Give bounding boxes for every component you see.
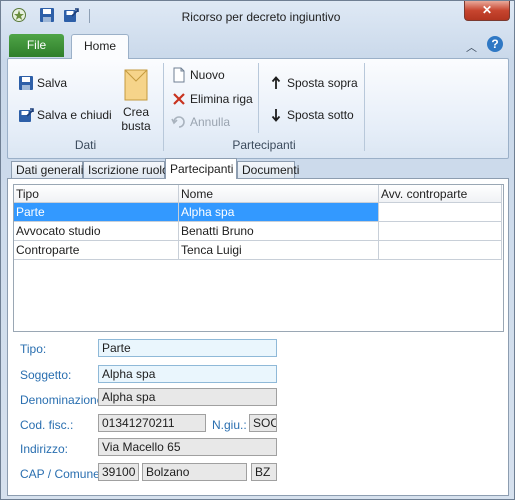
codfisc-field[interactable]: 01341270211 [98,414,206,432]
provincia-field[interactable]: BZ [251,463,277,481]
tab-partecipanti[interactable]: Partecipanti [165,158,237,179]
crea-busta-label: Crea busta [118,105,154,133]
file-tab[interactable]: File [9,34,64,57]
cell-tipo[interactable]: Avvocato studio [14,222,179,241]
cell-nome[interactable]: Alpha spa [179,203,379,222]
sposta-sotto-button[interactable]: Sposta sotto [268,107,354,123]
arrow-down-icon [268,107,284,123]
ribbon-minimize-icon[interactable]: ︿ [466,39,477,55]
save-close-quick-icon[interactable] [63,7,79,23]
cell-nome[interactable]: Tenca Luigi [179,241,379,260]
annulla-button[interactable]: Annulla [171,114,230,130]
crea-busta-line2: busta [121,119,151,133]
home-tab[interactable]: Home [71,34,129,59]
crea-busta-button[interactable]: Crea busta [118,67,154,137]
indirizzo-label: Indirizzo: [20,442,69,456]
salva-chiudi-button[interactable]: Salva e chiudi [18,107,112,123]
sposta-sotto-label: Sposta sotto [287,108,354,122]
sposta-sopra-label: Sposta sopra [287,76,358,90]
save-quick-icon[interactable] [39,7,55,23]
salva-chiudi-label: Salva e chiudi [37,108,112,122]
codfisc-label: Cod. fisc.: [20,418,74,432]
ribbon-separator-inner [258,63,259,133]
help-icon[interactable]: ? [487,36,503,52]
partecipanti-group-label: Partecipanti [232,138,296,152]
cell-avv-controparte[interactable] [379,203,502,222]
cell-tipo[interactable]: Parte [14,203,179,222]
window-title: Ricorso per decreto ingiuntivo [181,10,341,24]
envelope-icon [124,69,148,104]
delete-x-icon [171,91,187,107]
salva-button[interactable]: Salva [18,75,67,91]
cap-field[interactable]: 39100 [98,463,139,481]
arrow-up-icon [268,75,284,91]
crea-busta-line1: Crea [122,105,149,119]
cell-nome[interactable]: Benatti Bruno [179,222,379,241]
ngiu-field[interactable]: SOC [249,414,277,432]
save-close-icon [18,107,34,123]
undo-icon [171,114,187,130]
participants-grid: Tipo Nome Avv. controparte Parte Alpha s… [13,184,504,332]
nuovo-button[interactable]: Nuovo [171,67,225,83]
column-header-nome[interactable]: Nome [179,185,379,203]
new-document-icon [171,67,187,83]
ribbon-panel: Salva Salva e chiudi Crea busta Dati Nuo… [7,58,509,159]
dati-group-label: Dati [74,138,97,152]
title-bar: Ricorso per decreto ingiuntivo ✕ [1,1,514,31]
tipo-field[interactable]: Parte [98,339,277,357]
salva-label: Salva [37,76,68,90]
annulla-label: Annulla [190,115,231,129]
elimina-riga-label: Elimina riga [190,92,253,106]
save-icon [18,75,34,91]
comune-field[interactable]: Bolzano [142,463,247,481]
soggetto-label: Soggetto: [20,368,72,382]
column-header-tipo[interactable]: Tipo [14,185,179,203]
ngiu-label: N.giu.: [212,418,247,432]
cell-avv-controparte[interactable] [379,241,502,260]
quick-access-separator [89,9,90,23]
denominazione-field[interactable]: Alpha spa [98,388,277,406]
sposta-sopra-button[interactable]: Sposta sopra [268,75,358,91]
column-header-avv-controparte[interactable]: Avv. controparte [379,185,502,203]
soggetto-field[interactable]: Alpha spa [98,365,277,383]
ribbon-separator-end [364,63,365,151]
tab-iscrizione-ruolo[interactable]: Iscrizione ruolo [83,161,169,178]
indirizzo-field[interactable]: Via Macello 65 [98,438,277,456]
elimina-riga-button[interactable]: Elimina riga [171,91,253,107]
nuovo-label: Nuovo [190,68,225,82]
cell-tipo[interactable]: Controparte [14,241,179,260]
tab-documenti[interactable]: Documenti [237,161,299,178]
denominazione-label: Denominazione: [20,393,107,407]
tab-dati-generali[interactable]: Dati generali [11,161,83,178]
cell-avv-controparte[interactable] [379,222,502,241]
app-emblem-icon [11,7,27,23]
close-button[interactable]: ✕ [464,1,510,21]
app-window: Ricorso per decreto ingiuntivo ✕ File Ho… [0,0,515,500]
tipo-label: Tipo: [20,342,47,356]
cap-comune-label: CAP / Comune: [20,467,104,481]
